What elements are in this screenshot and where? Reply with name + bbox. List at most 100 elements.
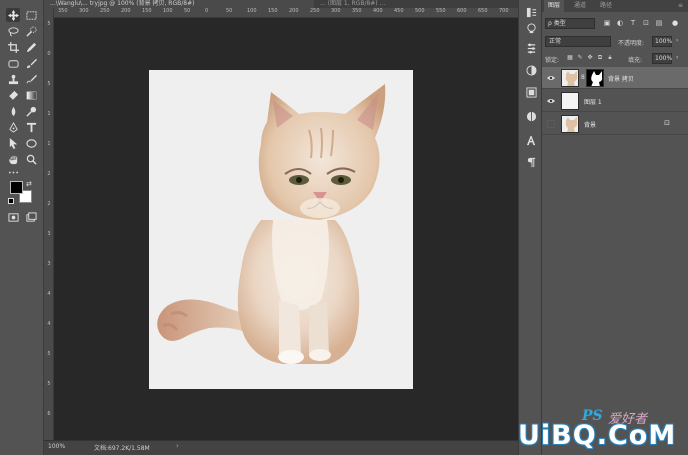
layer-mask-thumbnail[interactable] xyxy=(586,69,604,87)
ruler-tick-label: 700 xyxy=(499,8,509,14)
gradient-tool-icon[interactable] xyxy=(24,88,38,102)
mask-link-icon[interactable]: 8 xyxy=(581,74,585,81)
ruler-tick-label: 150 xyxy=(268,8,278,14)
path-select-tool-icon[interactable] xyxy=(6,136,20,150)
ruler-tick-label: 200 xyxy=(121,8,131,14)
crop-tool-icon[interactable] xyxy=(6,40,20,54)
ruler-tick-label: 50 xyxy=(226,8,233,14)
adjustments-panel-icon[interactable] xyxy=(523,62,539,78)
layer-filter-select[interactable]: ρ 类型 xyxy=(545,18,595,29)
document-size-info[interactable]: 文档:697.2K/1.58M xyxy=(94,443,150,452)
frame-tool-icon[interactable] xyxy=(6,56,20,70)
pen-tool-icon[interactable] xyxy=(6,120,20,134)
lock-position-icon[interactable]: ✥ xyxy=(586,53,594,62)
zoom-level-field[interactable]: 100% xyxy=(48,443,65,450)
zoom-tool-icon[interactable] xyxy=(24,152,38,166)
blend-mode-select[interactable]: 正常 xyxy=(545,36,611,47)
eraser-tool-icon[interactable] xyxy=(6,88,20,102)
quick-select-tool-icon[interactable] xyxy=(24,24,38,38)
horizontal-ruler[interactable]: 350 300 250 200 150 100 50 0 50 100 150 200 250 300 35… xyxy=(54,8,518,18)
adjustment-filter-icon[interactable]: ◐ xyxy=(615,18,625,29)
learn-panel-icon[interactable] xyxy=(523,20,539,36)
brush-tool-icon[interactable] xyxy=(24,56,38,70)
watermark-url-text: UiBQ.CoM xyxy=(518,420,677,451)
fill-dropdown-icon[interactable]: › xyxy=(676,54,678,61)
ruler-tick-label: 5 xyxy=(47,351,51,357)
move-tool-icon[interactable] xyxy=(6,8,20,22)
visibility-toggle-empty[interactable] xyxy=(547,120,555,128)
opacity-field[interactable]: 100% xyxy=(652,36,672,47)
hand-tool-icon[interactable] xyxy=(6,152,20,166)
properties-panel-icon[interactable] xyxy=(523,40,539,56)
visibility-eye-icon[interactable] xyxy=(547,97,555,105)
ruler-tick-label: 400 xyxy=(373,8,383,14)
visibility-eye-icon[interactable] xyxy=(547,74,555,82)
ruler-tick-label: 1 xyxy=(47,111,51,117)
layer-row-layer-1[interactable]: 图层 1 xyxy=(542,90,688,112)
paragraph-panel-icon[interactable] xyxy=(523,154,539,170)
marquee-tool-icon[interactable] xyxy=(24,8,38,22)
swap-colors-icon[interactable]: ⇄ xyxy=(26,180,32,188)
screen-mode-icon[interactable] xyxy=(24,210,38,224)
layers-panel: 图层 通道 路径 ≡ ρ 类型 ▣ ◐ T ⊡ ▤ ● 正常 不透明度: 100… xyxy=(542,0,688,455)
layer-name[interactable]: 背景 拷贝 xyxy=(608,74,634,83)
document-tab-active[interactable]: ...\Wanglu\... tryjpg @ 100% (背景 拷贝, RGB… xyxy=(44,0,314,8)
lock-artboard-icon[interactable]: ⧉ xyxy=(596,53,604,62)
shape-filter-icon[interactable]: ⊡ xyxy=(641,18,651,29)
filter-toggle-icon[interactable]: ● xyxy=(670,18,680,29)
status-menu-arrow-icon[interactable]: › xyxy=(176,442,179,450)
image-filter-icon[interactable]: ▣ xyxy=(602,18,612,29)
ruler-tick-label: 2 xyxy=(47,171,51,177)
lock-all-icon[interactable]: 🔒︎ xyxy=(606,53,614,62)
panel-menu-icon[interactable]: ≡ xyxy=(674,0,687,12)
tools-panel: ⇄ xyxy=(0,0,44,455)
ruler-tick-label: 550 xyxy=(436,8,446,14)
fill-field[interactable]: 100% xyxy=(652,53,672,64)
ruler-tick-label: 500 xyxy=(415,8,425,14)
layer-row-background-copy[interactable]: 8 背景 拷贝 xyxy=(542,67,688,89)
document-canvas[interactable] xyxy=(149,70,413,389)
ruler-tick-label: 200 xyxy=(289,8,299,14)
ruler-tick-label: 4 xyxy=(47,321,51,327)
tab-channels[interactable]: 通道 xyxy=(570,0,590,12)
eyedropper-tool-icon[interactable] xyxy=(24,40,38,54)
dodge-tool-icon[interactable] xyxy=(24,104,38,118)
layer-name[interactable]: 背景 xyxy=(584,120,596,129)
layer-row-background[interactable]: 背景 ⊡ xyxy=(542,113,688,135)
type-filter-icon[interactable]: T xyxy=(628,18,638,29)
layer-thumbnail xyxy=(561,92,579,110)
ruler-tick-label: 5 xyxy=(47,381,51,387)
ruler-tick-label: 300 xyxy=(79,8,89,14)
history-panel-icon[interactable] xyxy=(523,4,539,20)
default-colors-icon[interactable] xyxy=(8,198,14,204)
tab-layers[interactable]: 图层 xyxy=(544,0,565,12)
smartobject-filter-icon[interactable]: ▤ xyxy=(654,18,664,29)
canvas-area[interactable] xyxy=(54,18,518,440)
character-panel-icon[interactable] xyxy=(523,132,539,148)
ruler-tick-label: 3 xyxy=(47,261,51,267)
layer-name[interactable]: 图层 1 xyxy=(584,97,602,106)
ruler-tick-label: 5 xyxy=(47,21,51,27)
type-tool-icon[interactable] xyxy=(24,120,38,134)
history-brush-tool-icon[interactable] xyxy=(24,72,38,86)
tab-paths[interactable]: 路径 xyxy=(596,0,616,12)
stamp-tool-icon[interactable] xyxy=(6,72,20,86)
lock-transparent-icon[interactable]: ▦ xyxy=(566,53,574,62)
ruler-tick-label: 350 xyxy=(352,8,362,14)
vertical-ruler[interactable]: 5 0 5 1 1 2 2 3 3 4 4 5 5 6 xyxy=(44,8,54,440)
more-tools-icon[interactable] xyxy=(6,165,20,179)
ruler-tick-label: 450 xyxy=(394,8,404,14)
foreground-color-swatch[interactable] xyxy=(10,181,23,194)
lock-pixels-icon[interactable]: ✎ xyxy=(576,53,584,62)
styles-panel-icon[interactable] xyxy=(523,108,539,124)
opacity-label: 不透明度: xyxy=(618,40,645,47)
libraries-panel-icon[interactable] xyxy=(523,84,539,100)
document-tab-bar: ...\Wanglu\... tryjpg @ 100% (背景 拷贝, RGB… xyxy=(44,0,518,8)
document-tab[interactable]: ... (图层 1, RGB/8#) ... xyxy=(320,0,518,8)
quick-mask-icon[interactable] xyxy=(6,210,20,224)
opacity-dropdown-icon[interactable]: › xyxy=(676,37,678,44)
blur-tool-icon[interactable] xyxy=(6,104,20,118)
layer-lock-icon: ⊡ xyxy=(664,119,670,127)
ellipse-tool-icon[interactable] xyxy=(24,136,38,150)
lasso-tool-icon[interactable] xyxy=(6,24,20,38)
